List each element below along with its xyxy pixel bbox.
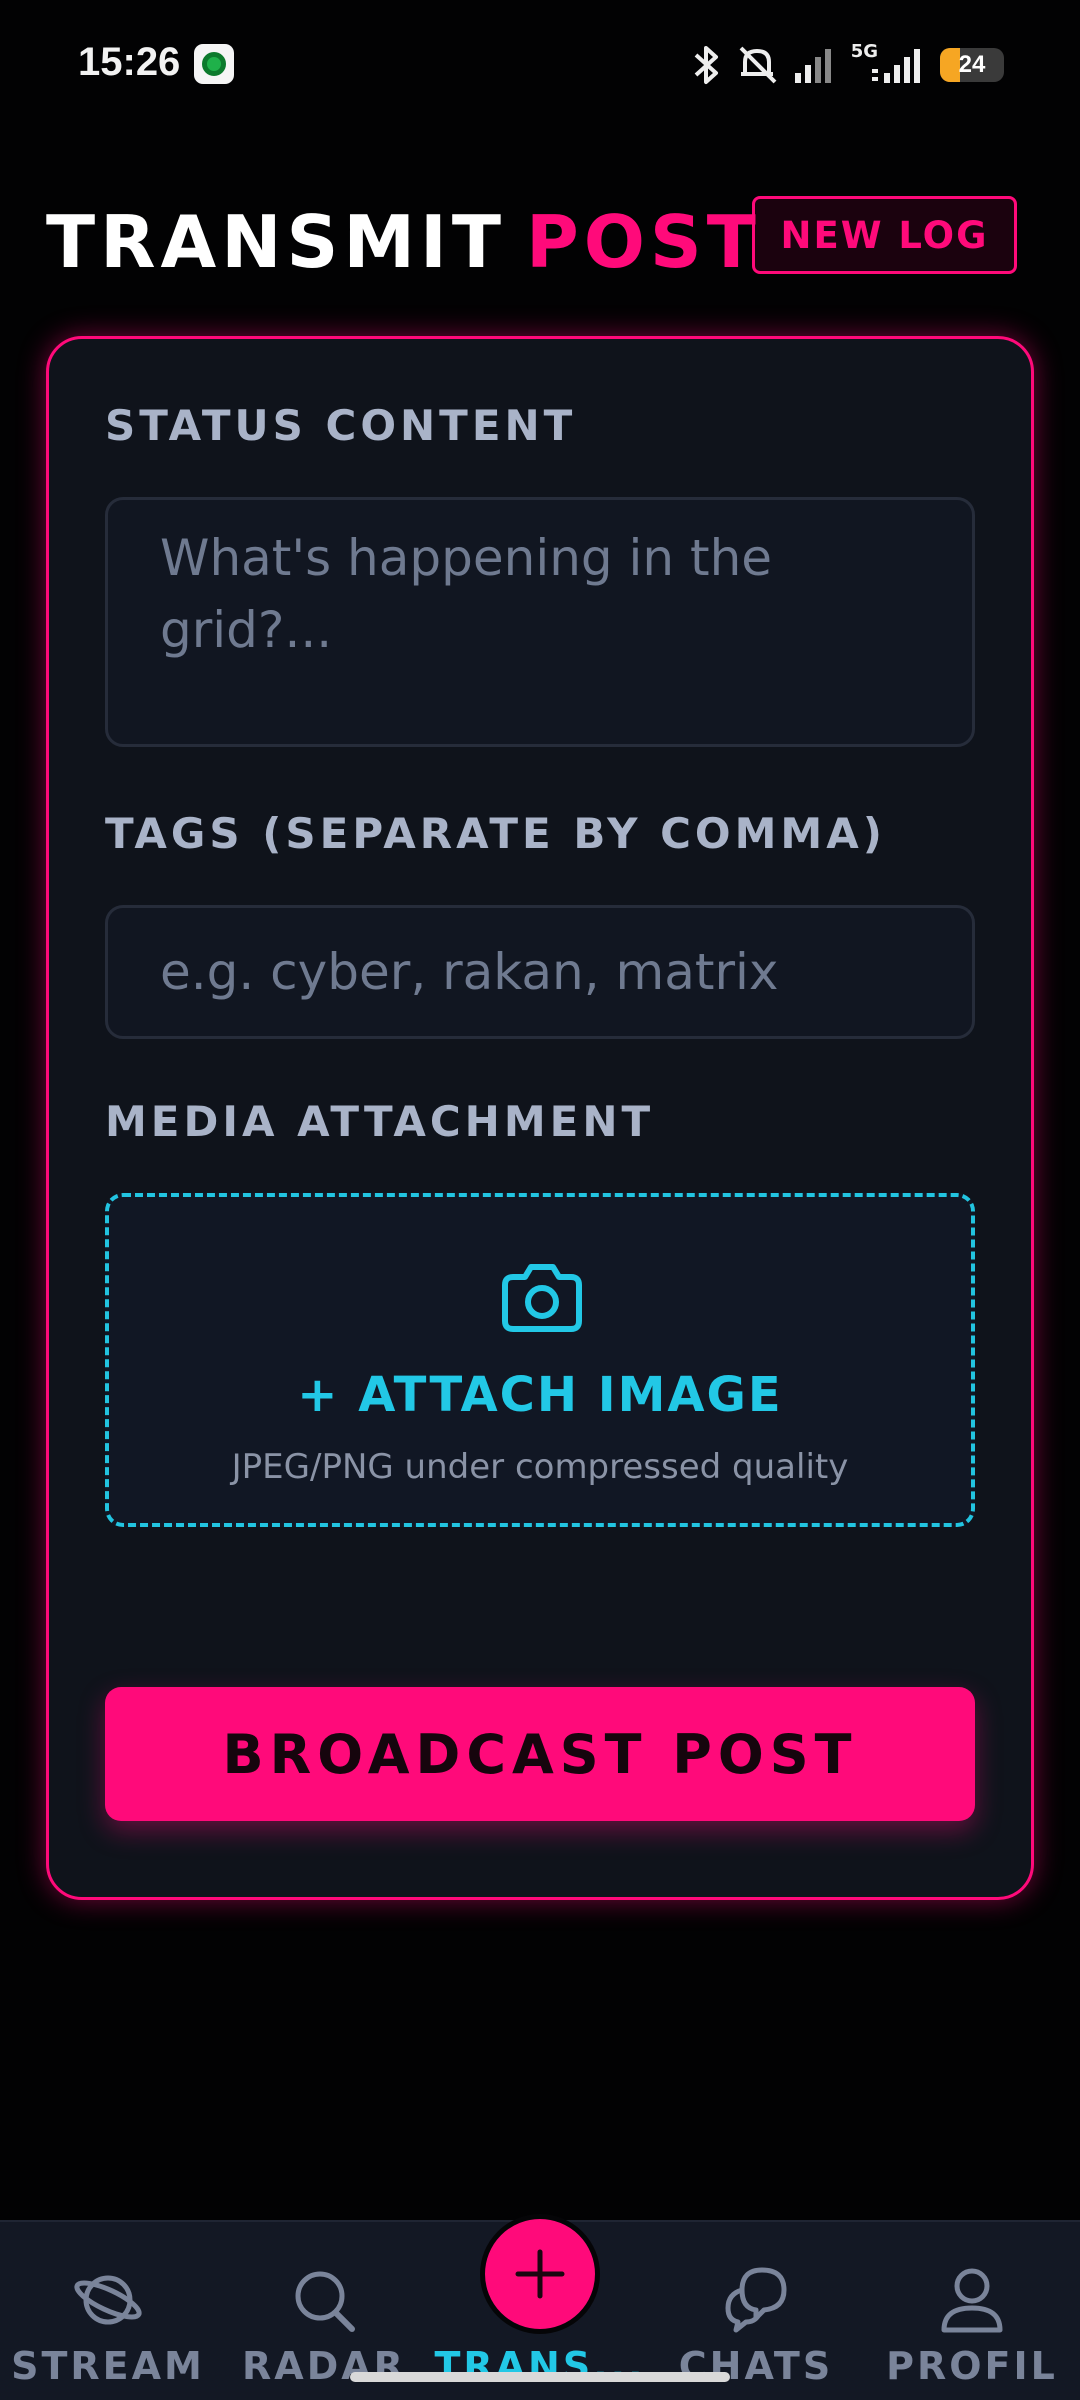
broadcast-post-button[interactable]: BROADCAST POST: [105, 1687, 975, 1821]
tags-input[interactable]: e.g. cyber, rakan, matrix: [105, 905, 975, 1039]
new-log-button[interactable]: NEW LOG: [752, 196, 1017, 274]
nav-item-stream[interactable]: STREAM: [8, 2262, 208, 2400]
status-icons: 5G 24: [691, 40, 1004, 90]
page-title-part2: POST: [525, 200, 761, 284]
battery-level: 24: [958, 51, 986, 78]
signal-5g-icon: [872, 49, 920, 83]
tags-placeholder: e.g. cyber, rakan, matrix: [160, 943, 779, 1001]
tags-label: TAGS (SEPARATE BY COMMA): [105, 809, 886, 858]
camera-icon: [502, 1264, 582, 1332]
app-notification-icon: [194, 44, 234, 84]
battery-icon: 24: [940, 48, 1004, 82]
search-icon: [295, 2271, 355, 2332]
transmit-fab-button[interactable]: [480, 2214, 600, 2334]
nav-label-profil: PROFIL: [886, 2344, 1058, 2388]
network-type: 5G: [850, 40, 878, 62]
page-title: TRANSMIT POST: [46, 200, 761, 284]
page-title-part1: TRANSMIT: [46, 200, 506, 284]
status-content-placeholder: What's happening in the grid?...: [160, 529, 773, 659]
status-bar: 15:26 5G 24: [0, 0, 1080, 130]
user-icon: [941, 2268, 1003, 2333]
home-indicator[interactable]: [350, 2372, 730, 2382]
signal-icon: [794, 49, 831, 83]
nav-label-stream: STREAM: [11, 2344, 205, 2388]
transmit-post-card: STATUS CONTENT What's happening in the g…: [46, 336, 1034, 1900]
status-time: 15:26: [78, 40, 181, 84]
mute-bell-icon: [739, 46, 777, 84]
attach-image-label: + ATTACH IMAGE: [297, 1367, 783, 1423]
plus-icon: [515, 2249, 565, 2299]
bluetooth-icon: [694, 46, 718, 84]
status-content-textarea[interactable]: What's happening in the grid?...: [105, 497, 975, 747]
attach-image-hint: JPEG/PNG under compressed quality: [231, 1447, 849, 1487]
status-content-label: STATUS CONTENT: [105, 401, 577, 450]
chat-bubbles-icon: [725, 2267, 787, 2333]
attach-image-dropzone[interactable]: + ATTACH IMAGE JPEG/PNG under compressed…: [105, 1193, 975, 1527]
planet-icon: [74, 2275, 142, 2325]
nav-item-profil[interactable]: PROFIL: [872, 2262, 1072, 2400]
media-attachment-label: MEDIA ATTACHMENT: [105, 1097, 655, 1146]
